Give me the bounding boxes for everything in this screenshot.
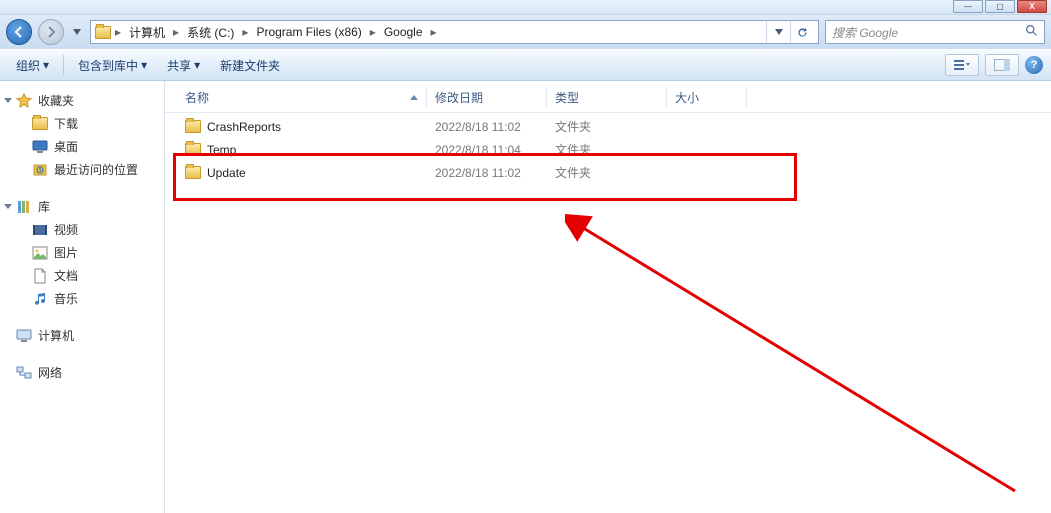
- forward-button[interactable]: [38, 19, 64, 45]
- view-options-button[interactable]: [945, 54, 979, 76]
- annotation-arrow: [565, 211, 1035, 511]
- document-icon: [32, 268, 48, 284]
- back-button[interactable]: [6, 19, 32, 45]
- search-placeholder: 搜索 Google: [832, 24, 898, 41]
- network-icon: [16, 365, 32, 381]
- computer-icon: [16, 328, 32, 344]
- navigation-bar: ▸ 计算机 ▸ 系统 (C:) ▸ Program Files (x86) ▸ …: [0, 15, 1051, 49]
- close-button[interactable]: X: [1017, 0, 1047, 13]
- search-input[interactable]: 搜索 Google: [825, 20, 1045, 44]
- chevron-right-icon: ▸: [242, 25, 248, 39]
- window-titlebar: — ▢ X: [0, 0, 1051, 15]
- column-header-size[interactable]: 大小: [667, 87, 747, 108]
- address-bar[interactable]: ▸ 计算机 ▸ 系统 (C:) ▸ Program Files (x86) ▸ …: [90, 20, 819, 44]
- desktop-icon: [32, 139, 48, 155]
- sort-ascending-icon: [410, 95, 418, 100]
- recent-icon: [32, 162, 48, 178]
- file-row[interactable]: Update 2022/8/18 11:02 文件夹: [165, 161, 1051, 184]
- sidebar-item-downloads[interactable]: 下载: [0, 112, 164, 135]
- breadcrumb-computer[interactable]: 计算机: [125, 22, 169, 43]
- include-in-library-button[interactable]: 包含到库中▾: [70, 53, 155, 78]
- chevron-right-icon: ▸: [115, 25, 121, 39]
- chevron-down-icon: ▾: [141, 58, 147, 72]
- search-icon[interactable]: [1025, 24, 1038, 40]
- breadcrumb-drive[interactable]: 系统 (C:): [183, 22, 238, 43]
- star-icon: [16, 93, 32, 109]
- column-headers: 名称 修改日期 类型 大小: [165, 81, 1051, 113]
- address-dropdown[interactable]: [766, 20, 790, 44]
- chevron-right-icon: ▸: [173, 25, 179, 39]
- organize-button[interactable]: 组织▾: [8, 53, 57, 78]
- help-button[interactable]: ?: [1025, 56, 1043, 74]
- folder-icon: [185, 142, 201, 158]
- breadcrumb-google[interactable]: Google: [380, 23, 427, 41]
- new-folder-button[interactable]: 新建文件夹: [212, 53, 288, 78]
- sidebar-network-header[interactable]: 网络: [0, 361, 164, 384]
- chevron-right-icon: ▸: [431, 25, 437, 39]
- file-list-pane: 名称 修改日期 类型 大小 CrashReports 2022/8/18 11:…: [165, 81, 1051, 513]
- history-dropdown[interactable]: [70, 23, 84, 41]
- sidebar-item-music[interactable]: 音乐: [0, 287, 164, 310]
- preview-pane-button[interactable]: [985, 54, 1019, 76]
- file-rows: CrashReports 2022/8/18 11:02 文件夹 Temp 20…: [165, 113, 1051, 184]
- folder-icon: [185, 119, 201, 135]
- chevron-down-icon: ▾: [43, 58, 49, 72]
- folder-icon: [32, 116, 48, 132]
- file-row[interactable]: Temp 2022/8/18 11:04 文件夹: [165, 138, 1051, 161]
- share-button[interactable]: 共享▾: [159, 53, 208, 78]
- sidebar-favorites-header[interactable]: 收藏夹: [0, 89, 164, 112]
- expand-icon: [4, 98, 12, 103]
- refresh-button[interactable]: [790, 20, 814, 44]
- picture-icon: [32, 245, 48, 261]
- sidebar-computer-header[interactable]: 计算机: [0, 324, 164, 347]
- sidebar-item-documents[interactable]: 文档: [0, 264, 164, 287]
- sidebar-item-recent[interactable]: 最近访问的位置: [0, 158, 164, 181]
- column-header-type[interactable]: 类型: [547, 87, 667, 108]
- sidebar-item-videos[interactable]: 视频: [0, 218, 164, 241]
- navigation-sidebar: 收藏夹 下载 桌面 最近访问的位置 库 视频 图片 文档 音乐 计算机: [0, 81, 165, 513]
- column-header-date[interactable]: 修改日期: [427, 87, 547, 108]
- music-icon: [32, 291, 48, 307]
- video-icon: [32, 222, 48, 238]
- chevron-down-icon: ▾: [194, 58, 200, 72]
- command-toolbar: 组织▾ 包含到库中▾ 共享▾ 新建文件夹 ?: [0, 49, 1051, 81]
- file-row[interactable]: CrashReports 2022/8/18 11:02 文件夹: [165, 115, 1051, 138]
- sidebar-item-pictures[interactable]: 图片: [0, 241, 164, 264]
- library-icon: [16, 199, 32, 215]
- column-header-name[interactable]: 名称: [177, 87, 427, 108]
- maximize-button[interactable]: ▢: [985, 0, 1015, 13]
- chevron-right-icon: ▸: [370, 25, 376, 39]
- expand-icon: [4, 204, 12, 209]
- folder-icon: [95, 24, 111, 40]
- sidebar-libraries-header[interactable]: 库: [0, 195, 164, 218]
- folder-icon: [185, 165, 201, 181]
- sidebar-item-desktop[interactable]: 桌面: [0, 135, 164, 158]
- minimize-button[interactable]: —: [953, 0, 983, 13]
- breadcrumb-program-files[interactable]: Program Files (x86): [252, 23, 365, 41]
